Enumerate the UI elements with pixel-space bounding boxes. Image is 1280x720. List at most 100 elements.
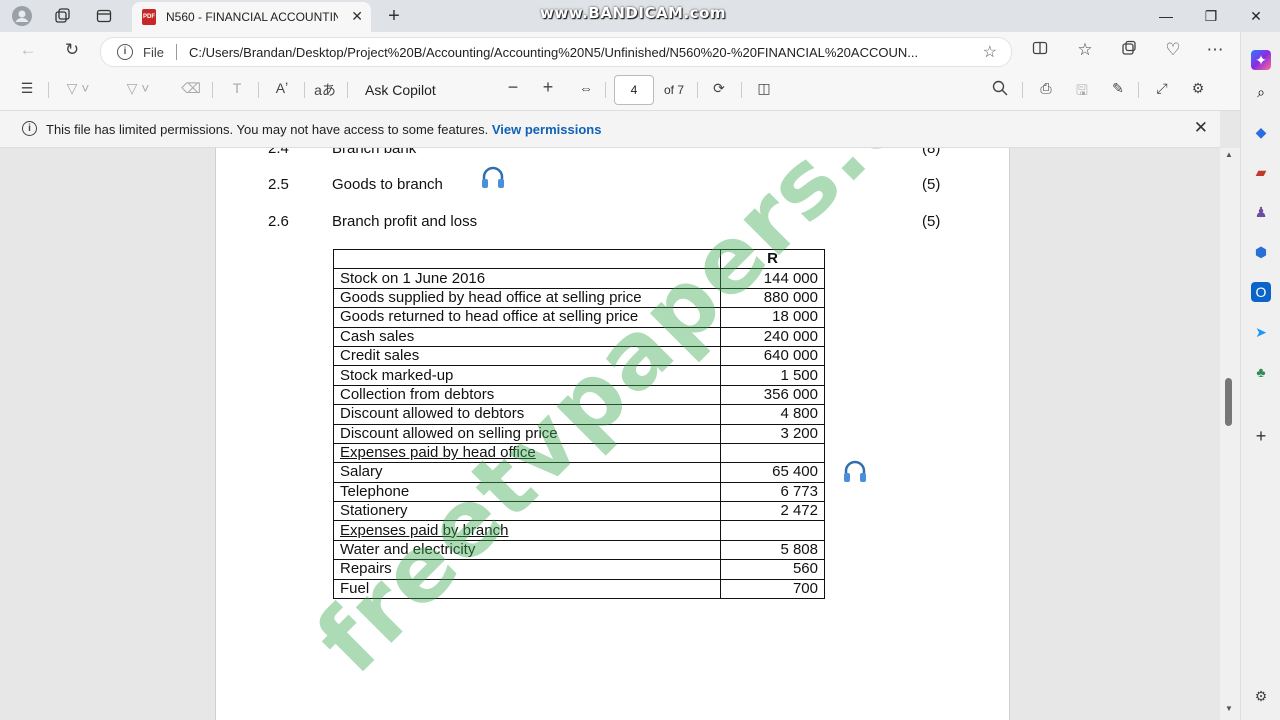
games-chess-icon[interactable]: ♟	[1251, 202, 1271, 222]
browser-essentials-icon[interactable]: ♡	[1161, 40, 1185, 62]
ask-copilot-button[interactable]: Ask Copilot	[365, 82, 436, 98]
item-label: Stock marked-up	[340, 366, 454, 384]
amount-cell: 5 808	[720, 539, 825, 561]
tree-icon[interactable]: ♣	[1251, 362, 1271, 382]
site-info-icon[interactable]: i	[117, 44, 133, 60]
edge-sidebar: ✦ ⌕ ◆ ▰ ♟ ⬢ O ➤ ♣ + ⚙	[1240, 32, 1280, 720]
save-as-icon[interactable]: ✎	[1106, 80, 1130, 100]
amount-cell: 2 472	[720, 501, 825, 522]
toolbar-divider	[347, 82, 348, 98]
item-label: Cash sales	[340, 327, 415, 345]
tab-strip: PDF N560 - FINANCIAL ACCOUNTING ✕ + www.…	[0, 0, 1280, 32]
amount-cell: 560	[720, 559, 825, 580]
draw-icon[interactable]: ▽ ˅	[118, 80, 158, 100]
workspaces-icon[interactable]	[48, 4, 76, 28]
tab-active[interactable]: PDF N560 - FINANCIAL ACCOUNTING ✕	[132, 2, 371, 32]
collections-icon[interactable]	[1117, 40, 1141, 62]
tab-actions-icon[interactable]	[90, 4, 118, 28]
search-icon[interactable]	[988, 80, 1012, 100]
restore-icon[interactable]: ❐	[1201, 6, 1221, 26]
pdf-viewer: 2.4 Branch bank (8) 2.5 Goods to branch …	[0, 148, 1220, 720]
zoom-out-icon[interactable]: −	[502, 77, 524, 97]
zoom-in-icon[interactable]: +	[537, 77, 559, 97]
question-number: 2.5	[268, 176, 289, 193]
close-window-icon[interactable]: ✕	[1246, 6, 1266, 26]
question-text: Branch bank	[332, 148, 417, 157]
translate-icon[interactable]: aあ	[313, 80, 337, 100]
copilot-icon[interactable]: ✦	[1251, 50, 1271, 70]
microsoft365-icon[interactable]: ⬢	[1251, 242, 1271, 262]
scroll-down-icon[interactable]: ▼	[1225, 704, 1233, 713]
item-label: Goods supplied by head office at selling…	[340, 288, 642, 306]
back-icon[interactable]: ←	[16, 40, 40, 62]
pdf-settings-icon[interactable]: ⚙	[1186, 80, 1210, 100]
item-label: Collection from debtors	[340, 385, 495, 403]
toolbar-divider	[1022, 82, 1023, 98]
shopping-tag-icon[interactable]: ◆	[1251, 122, 1271, 142]
amount-cell: 356 000	[720, 384, 825, 406]
fullscreen-icon[interactable]: ⤢	[1150, 80, 1174, 100]
minimize-icon[interactable]: —	[1156, 6, 1176, 26]
address-bar[interactable]: i File C:/Users/Brandan/Desktop/Project%…	[100, 37, 1012, 67]
question-text: Goods to branch	[332, 176, 443, 193]
toolbar-divider	[605, 82, 606, 98]
view-permissions-link[interactable]: View permissions	[492, 122, 602, 137]
settings-more-icon[interactable]: ⋯	[1203, 40, 1227, 62]
tools-briefcase-icon[interactable]: ▰	[1251, 162, 1271, 182]
split-screen-icon[interactable]	[1028, 40, 1052, 62]
item-label: Stock on 1 June 2016	[340, 269, 486, 287]
item-label: Telephone	[340, 482, 410, 500]
amount-cell: 1 500	[720, 365, 825, 386]
headphones-icon	[844, 460, 866, 482]
highlight-icon[interactable]: ▽ ˅	[58, 80, 98, 100]
close-tab-icon[interactable]: ✕	[351, 8, 363, 25]
recorder-watermark: www.BANDICAM.com	[540, 4, 727, 22]
scroll-up-icon[interactable]: ▲	[1225, 150, 1233, 159]
amount-cell: 3 200	[720, 423, 825, 444]
add-text-icon[interactable]: T	[226, 80, 248, 100]
favorite-star-icon[interactable]: ☆	[983, 42, 997, 62]
outlook-icon[interactable]: O	[1251, 282, 1271, 302]
question-text: Branch profit and loss	[332, 213, 478, 230]
amount-cell	[720, 520, 825, 541]
info-icon: i	[22, 121, 37, 136]
read-aloud-icon[interactable]: Aʼ	[270, 80, 294, 100]
pdf-icon: PDF	[142, 9, 156, 25]
vertical-scrollbar[interactable]: ▲ ▼	[1220, 148, 1240, 720]
scrollbar-thumb[interactable]	[1225, 378, 1232, 426]
amount-cell: 4 800	[720, 404, 825, 425]
amount-cell: 640 000	[720, 345, 825, 367]
erase-icon[interactable]: ⌫	[180, 80, 202, 100]
search-sidebar-icon[interactable]: ⌕	[1251, 82, 1271, 102]
send-icon[interactable]: ➤	[1251, 322, 1271, 342]
toolbar-divider	[741, 82, 742, 98]
headphones-icon	[482, 166, 504, 188]
permission-info-bar: i This file has limited permissions. You…	[0, 111, 1220, 148]
add-sidebar-app-icon[interactable]: +	[1251, 426, 1271, 446]
rotate-icon[interactable]: ⟳	[707, 80, 731, 100]
print-icon[interactable]: ⎙	[1034, 80, 1058, 100]
page-view-icon[interactable]: ◫	[752, 80, 776, 100]
profile-icon[interactable]	[8, 4, 36, 28]
sidebar-settings-icon[interactable]: ⚙	[1251, 686, 1271, 706]
question-number: 2.6	[268, 213, 289, 230]
favorites-icon[interactable]: ☆	[1073, 40, 1097, 62]
amount-cell: 65 400	[720, 462, 825, 483]
tab-title: N560 - FINANCIAL ACCOUNTING	[166, 10, 338, 24]
amount-cell: 240 000	[720, 326, 825, 347]
url-text[interactable]: C:/Users/Brandan/Desktop/Project%20B/Acc…	[189, 45, 964, 60]
fit-to-width-icon[interactable]: ⇔	[574, 80, 598, 100]
close-info-bar-icon[interactable]: ✕	[1194, 118, 1208, 138]
question-mark: (8)	[922, 148, 941, 157]
question-number: 2.4	[268, 148, 289, 157]
new-tab-icon[interactable]: +	[380, 4, 408, 28]
table-of-contents-icon[interactable]: ☰	[16, 80, 38, 100]
page-number-input[interactable]: 4	[614, 75, 654, 105]
question-mark: (5)	[922, 176, 941, 193]
amount-cell	[720, 442, 825, 464]
permission-text: This file has limited permissions. You m…	[46, 122, 489, 137]
save-icon[interactable]: 🖫	[1070, 80, 1094, 100]
navigation-bar: ← ↻ i File C:/Users/Brandan/Desktop/Proj…	[0, 32, 1240, 70]
page-count: of 7	[664, 83, 685, 97]
refresh-icon[interactable]: ↻	[60, 40, 84, 62]
